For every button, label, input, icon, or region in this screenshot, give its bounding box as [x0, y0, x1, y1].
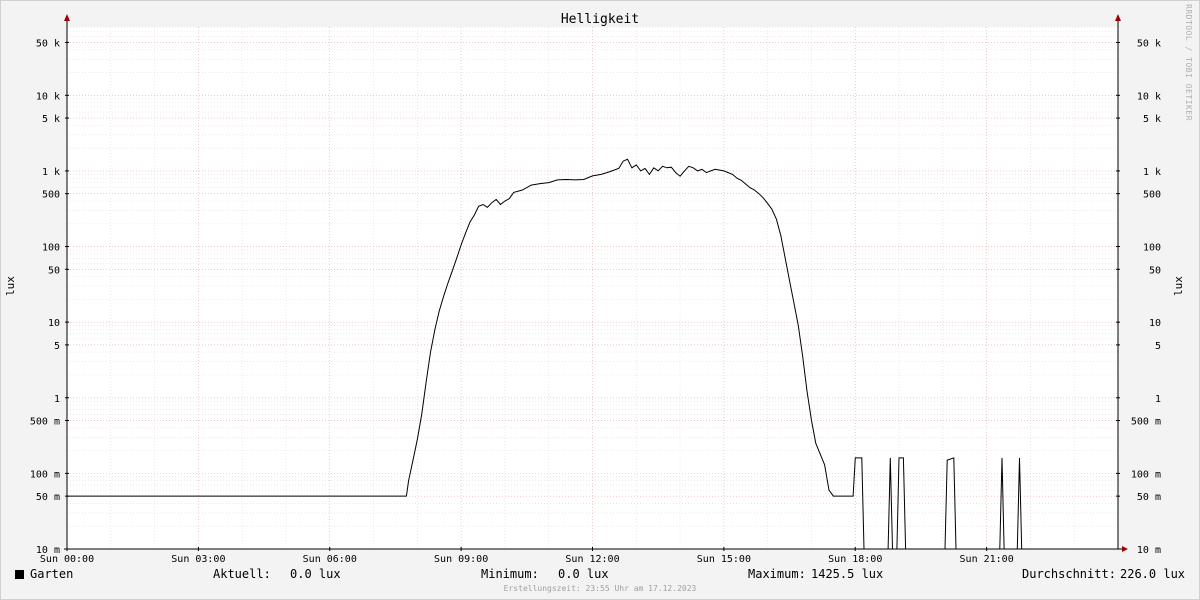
x-tick-label: Sun 09:00	[434, 554, 488, 565]
y-tick-label: 1 k	[1143, 167, 1161, 178]
y-tick-label: 1	[54, 394, 60, 405]
y-tick-label: 500	[1143, 190, 1161, 201]
y-tick-label: 100	[1143, 243, 1161, 254]
legend-current-value: 0.0 lux	[290, 567, 341, 581]
y-tick-label: 10	[48, 318, 60, 329]
legend-series-name: Garten	[30, 567, 74, 581]
legend-current-label: Aktuell:	[213, 567, 271, 581]
brightness-chart: 10 m 50 m 100 m 500 m 1 5 10 50 100 500 1 k 5 k 10 k…	[4, 12, 1185, 565]
chart-title: Helligkeit	[561, 12, 639, 27]
y-tick-label: 5 k	[42, 114, 60, 125]
y-tick-label: 500 m	[30, 417, 60, 428]
legend-avg-value: 226.0 lux	[1120, 567, 1186, 581]
y-tick-labels-left: 10 m50 m100 m500 m1510501005001 k5 k10 k…	[30, 38, 60, 556]
y-tick-label: 5	[1155, 341, 1161, 352]
y-axis-label-right: lux	[1172, 276, 1185, 296]
rrdtool-watermark: RRDTOOL / TOBI OETIKER	[1184, 4, 1193, 121]
y-tick-label: 10 m	[1137, 545, 1161, 556]
y-tick-label: 10 k	[1137, 91, 1161, 102]
y-tick-label: 100	[42, 243, 60, 254]
legend-max-value: 1425.5 lux	[811, 567, 884, 581]
y-tick-label: 500 m	[1131, 417, 1161, 428]
y-tick-label: 5	[54, 341, 60, 352]
y-tick-label: 50	[1149, 265, 1161, 276]
legend-swatch	[15, 570, 24, 579]
y-tick-label: 50	[48, 265, 60, 276]
x-tick-label: Sun 00:00	[40, 554, 94, 565]
x-tick-label: Sun 12:00	[565, 554, 619, 565]
y-tick-label: 500	[42, 190, 60, 201]
x-axis-arrow	[1122, 546, 1128, 552]
y-tick-label: 100 m	[30, 469, 60, 480]
x-tick-label: Sun 03:00	[171, 554, 225, 565]
x-tick-label: Sun 21:00	[960, 554, 1014, 565]
y-tick-label: 50 k	[36, 38, 60, 49]
x-tick-label: Sun 15:00	[697, 554, 751, 565]
y-axis-label-left: lux	[4, 276, 17, 296]
y-tick-label: 10	[1149, 318, 1161, 329]
creation-timestamp: Erstellungszeit: 23:55 Uhr am 17.12.2023	[503, 584, 697, 593]
y-tick-label: 50 k	[1137, 38, 1161, 49]
x-tick-label: Sun 18:00	[828, 554, 882, 565]
y-tick-label: 5 k	[1143, 114, 1161, 125]
y-tick-label: 1 k	[42, 167, 60, 178]
x-tick-label: Sun 06:00	[303, 554, 357, 565]
legend-min-value: 0.0 lux	[558, 567, 609, 581]
y-axis-arrow-left	[64, 14, 70, 21]
y-tick-labels-right: 10 m 50 m 100 m 500 m 1 5 10 50 100 500 1 k 5 k 10 k…	[1131, 38, 1161, 556]
y-axis-arrow-right	[1115, 14, 1121, 21]
y-tick-label: 100 m	[1131, 469, 1161, 480]
y-tick-label: 50 m	[1137, 492, 1161, 503]
legend-min-label: Minimum:	[481, 567, 539, 581]
legend-avg-label: Durchschnitt:	[1022, 567, 1116, 581]
x-tick-labels: Sun 00:00 Sun 03:00 Sun 06:00 Sun 09:00 Sun …	[40, 554, 1014, 565]
y-tick-label: 10 k	[36, 91, 60, 102]
legend-max-label: Maximum:	[748, 567, 806, 581]
y-tick-label: 1	[1155, 394, 1161, 405]
y-tick-label: 50 m	[36, 492, 60, 503]
